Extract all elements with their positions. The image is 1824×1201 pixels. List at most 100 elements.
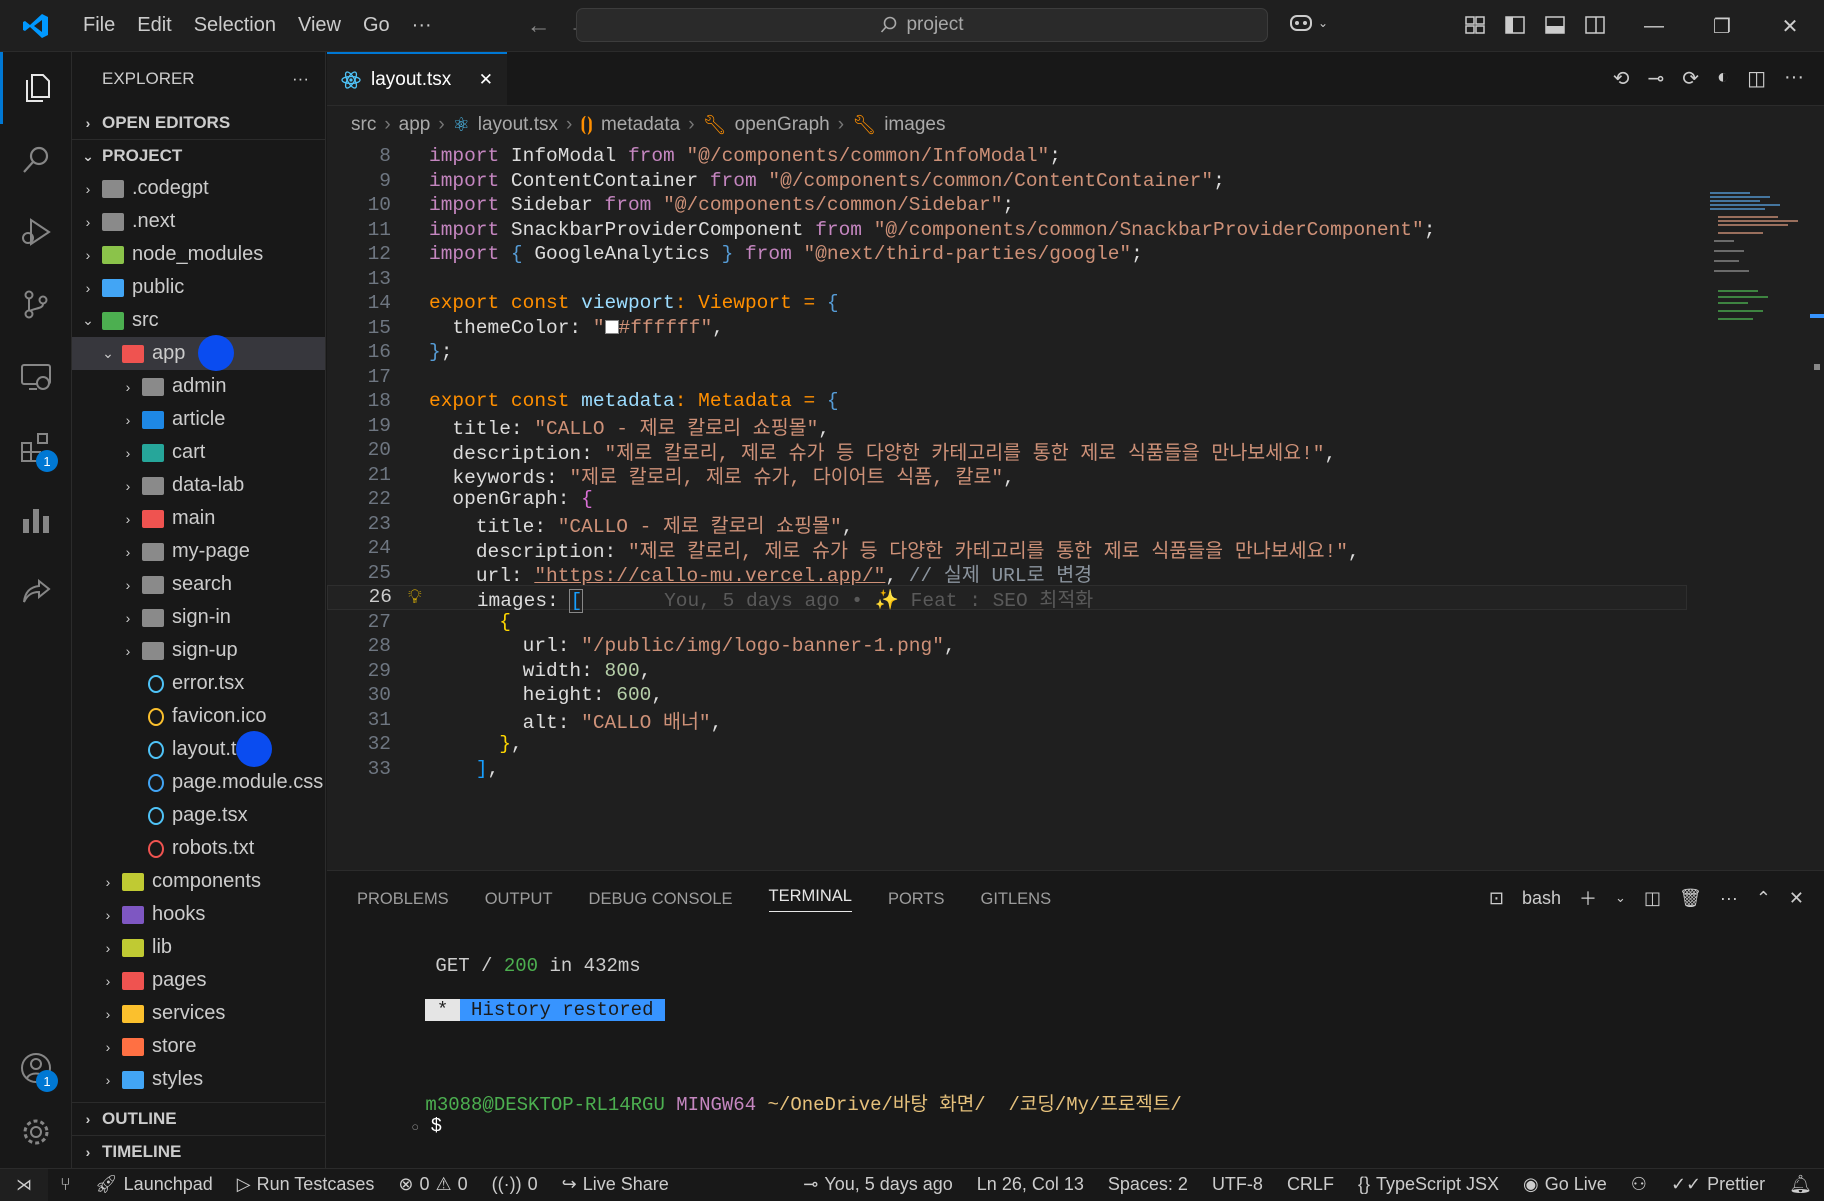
git-graph-item[interactable]: ⑂ xyxy=(48,1174,83,1195)
tree-item[interactable]: › sign-in xyxy=(72,601,325,634)
code-line[interactable]: 17 xyxy=(327,365,1687,390)
tree-item[interactable]: › hooks xyxy=(72,898,325,931)
tree-item[interactable]: favicon.ico xyxy=(72,700,325,733)
chevron-down-icon[interactable]: ⌄ xyxy=(1615,890,1626,906)
more-actions-icon[interactable]: ··· xyxy=(1784,66,1804,91)
shell-name[interactable]: bash xyxy=(1522,888,1561,909)
tree-item[interactable]: ⌄ app xyxy=(72,335,325,371)
launchpad-item[interactable]: 🚀︎ Launchpad xyxy=(83,1174,225,1195)
analytics-activity[interactable] xyxy=(0,484,72,556)
tree-item[interactable]: › .next xyxy=(72,205,325,238)
code-line[interactable]: 23 title: "CALLO - 제로 칼로리 쇼핑몰", xyxy=(327,512,1687,539)
breadcrumb-metadata[interactable]: metadata xyxy=(601,114,680,136)
manage-activity[interactable] xyxy=(0,1096,72,1168)
accounts-activity[interactable]: 1 xyxy=(0,1032,72,1104)
breadcrumb-images[interactable]: images xyxy=(884,114,945,136)
problems-item[interactable]: ⊗ 0 ⚠ 0 xyxy=(386,1174,479,1195)
tree-item[interactable]: › data-lab xyxy=(72,469,325,502)
tree-item[interactable]: › pages xyxy=(72,964,325,997)
run-debug-activity[interactable] xyxy=(0,196,72,268)
tree-item[interactable]: › admin xyxy=(72,370,325,403)
code-line[interactable]: 25 url: "https://callo-mu.vercel.app/", … xyxy=(327,561,1687,588)
new-terminal-icon[interactable]: ＋ xyxy=(1579,885,1597,911)
copilot-status[interactable]: ⚇ xyxy=(1619,1174,1659,1195)
git-next-icon[interactable]: ⟳ xyxy=(1682,66,1699,91)
minimap[interactable] xyxy=(1708,190,1808,350)
live-share-item[interactable]: ↪ Live Share xyxy=(550,1174,681,1195)
tree-item[interactable]: › sign-up xyxy=(72,634,325,667)
maximize-panel-icon[interactable]: ⌃ xyxy=(1756,888,1771,909)
toggle-primary-sidebar-icon[interactable] xyxy=(1504,14,1526,36)
copilot-button[interactable]: ⌄ xyxy=(1288,12,1328,34)
go-live-item[interactable]: ◉ Go Live xyxy=(1511,1174,1619,1195)
tree-item[interactable]: › services xyxy=(72,997,325,1030)
tree-item[interactable]: robots.txt xyxy=(72,832,325,865)
timeline-section[interactable]: › TIMELINE xyxy=(72,1135,326,1168)
tree-item[interactable]: › components xyxy=(72,865,325,898)
extensions-activity[interactable]: 1 xyxy=(0,412,72,484)
code-line[interactable]: 28 url: "/public/img/logo-banner-1.png", xyxy=(327,634,1687,659)
code-line[interactable]: 33 ], xyxy=(327,757,1687,782)
menu-edit[interactable]: Edit xyxy=(126,14,182,37)
code-line[interactable]: 19 title: "CALLO - 제로 칼로리 쇼핑몰", xyxy=(327,414,1687,441)
code-line[interactable]: 16}; xyxy=(327,340,1687,365)
code-editor[interactable]: 8 import InfoModal from "@/components/com… xyxy=(327,144,1824,870)
notifications-item[interactable]: 🔔︎ xyxy=(1777,1174,1824,1195)
tree-item[interactable]: › styles xyxy=(72,1063,325,1096)
ports-item[interactable]: ((·)) 0 xyxy=(480,1174,550,1195)
close-window-icon[interactable]: ✕ xyxy=(1756,0,1824,52)
tree-item[interactable]: › cart xyxy=(72,436,325,469)
customize-layout-icon[interactable] xyxy=(1464,14,1486,36)
menu-file[interactable]: File xyxy=(72,14,126,37)
code-line[interactable]: 12 import { GoogleAnalytics } from "@next… xyxy=(327,242,1687,267)
command-center-search[interactable]: project xyxy=(576,8,1268,42)
split-editor-icon[interactable]: ◫ xyxy=(1747,66,1766,91)
git-previous-icon[interactable]: ⟲ xyxy=(1613,66,1630,91)
tab-terminal[interactable]: TERMINAL xyxy=(768,887,852,912)
end-of-line[interactable]: CRLF xyxy=(1275,1174,1346,1195)
tab-close-icon[interactable]: ✕ xyxy=(479,70,493,90)
tree-item[interactable]: › node_modules xyxy=(72,238,325,271)
toggle-secondary-sidebar-icon[interactable] xyxy=(1584,14,1606,36)
more-actions-icon[interactable]: ··· xyxy=(1720,888,1738,909)
git-blame-item[interactable]: ⊸ You, 5 days ago xyxy=(791,1174,965,1195)
explorer-more-button[interactable]: ··· xyxy=(292,69,309,89)
code-line[interactable]: 24 description: "제로 칼로리, 제로 슈가 등 다양한 카테고… xyxy=(327,536,1687,563)
code-line[interactable]: 18 export const metadata: Metadata = { xyxy=(327,389,1687,414)
code-line[interactable]: 13 xyxy=(327,267,1687,292)
source-control-activity[interactable] xyxy=(0,268,72,340)
breadcrumb-src[interactable]: src xyxy=(351,114,376,136)
tree-item[interactable]: ⌄ src xyxy=(72,304,325,337)
language-mode[interactable]: {} TypeScript JSX xyxy=(1346,1174,1511,1195)
cursor-position[interactable]: Ln 26, Col 13 xyxy=(965,1174,1096,1195)
search-activity[interactable] xyxy=(0,124,72,196)
restore-icon[interactable]: ❐ xyxy=(1688,0,1756,52)
breadcrumb-app[interactable]: app xyxy=(399,114,431,136)
tree-item[interactable]: › .codegpt xyxy=(72,172,325,205)
code-line[interactable]: 20 description: "제로 칼로리, 제로 슈가 등 다양한 카테고… xyxy=(327,438,1687,465)
tree-item[interactable]: › public xyxy=(72,271,325,304)
tree-item[interactable]: › store xyxy=(72,1030,325,1063)
git-commit-icon[interactable]: ⊸ xyxy=(1647,66,1664,91)
tab-output[interactable]: OUTPUT xyxy=(485,890,553,909)
encoding[interactable]: UTF-8 xyxy=(1200,1174,1275,1195)
close-panel-icon[interactable]: ✕ xyxy=(1789,888,1804,909)
lightbulb-icon[interactable]: 💡︎ xyxy=(408,586,422,609)
remote-indicator[interactable]: ⋊ xyxy=(0,1168,48,1201)
tab-gitlens[interactable]: GITLENS xyxy=(980,890,1051,909)
remote-explorer-activity[interactable] xyxy=(0,340,72,412)
trash-icon[interactable]: 🗑︎ xyxy=(1679,888,1702,909)
open-editors-section[interactable]: › OPEN EDITORS xyxy=(72,106,325,139)
menu-view[interactable]: View xyxy=(287,14,352,37)
menu-go[interactable]: Go xyxy=(352,14,401,37)
code-line[interactable]: 10 import Sidebar from "@/components/comm… xyxy=(327,193,1687,218)
live-share-activity[interactable] xyxy=(0,556,72,628)
tree-item[interactable]: error.tsx xyxy=(72,667,325,700)
tree-item[interactable]: page.module.css xyxy=(72,766,325,799)
tree-item[interactable]: › search xyxy=(72,568,325,601)
code-line[interactable]: 14 export const viewport: Viewport = { xyxy=(327,291,1687,316)
tree-item[interactable]: › lib xyxy=(72,931,325,964)
split-terminal-icon[interactable]: ◫ xyxy=(1644,888,1661,909)
code-line[interactable]: 32 }, xyxy=(327,732,1687,757)
tab-debug-console[interactable]: DEBUG CONSOLE xyxy=(589,890,733,909)
